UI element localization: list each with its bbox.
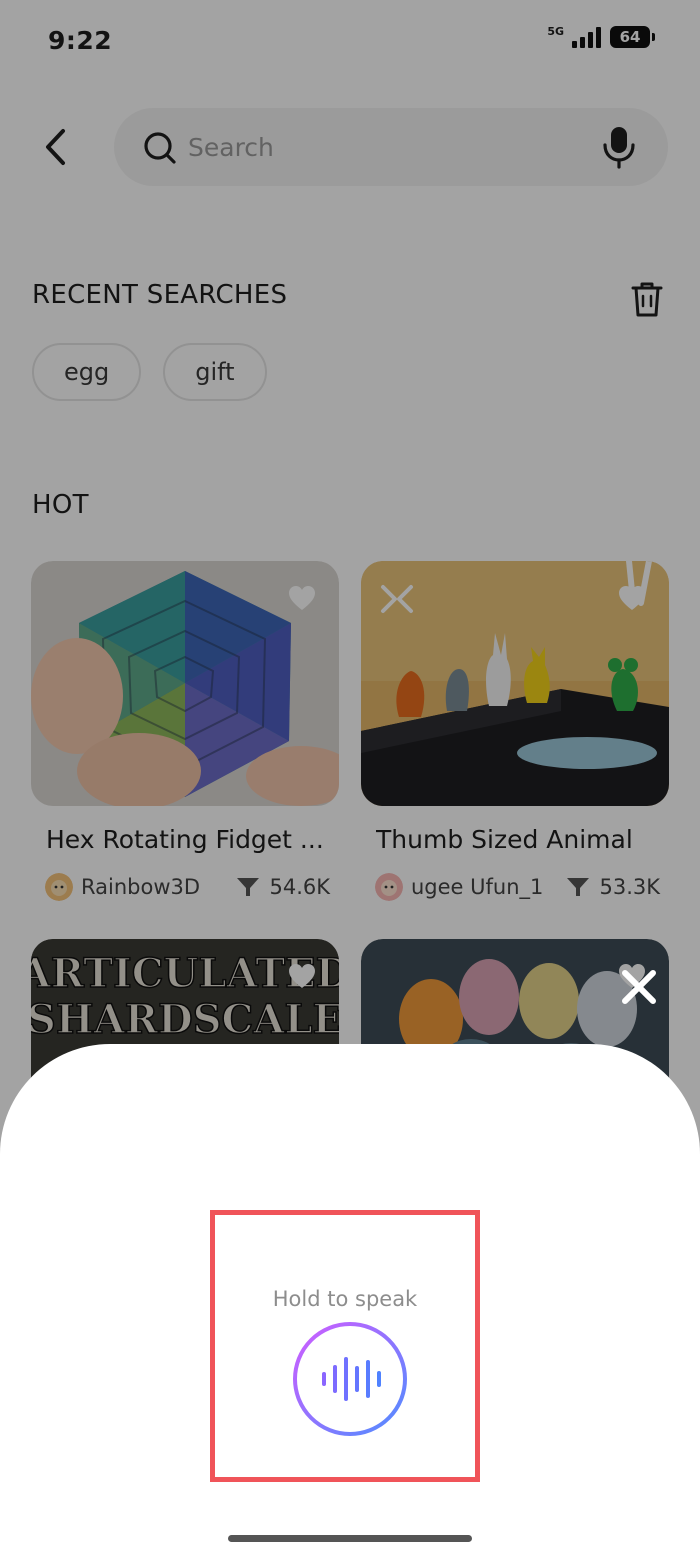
voice-input-panel: Hold to speak: [210, 1210, 480, 1482]
close-icon: [622, 970, 656, 1004]
app-screen: 9:22 5G 64 Search RECENT SEARCHES egg gi…: [0, 0, 700, 1552]
voice-hint: Hold to speak: [272, 1287, 418, 1311]
voice-input-sheet: Hold to speak: [0, 1044, 700, 1552]
hold-to-speak-button[interactable]: [292, 1321, 408, 1437]
close-voice-button[interactable]: [612, 960, 666, 1014]
home-indicator: [228, 1535, 472, 1542]
